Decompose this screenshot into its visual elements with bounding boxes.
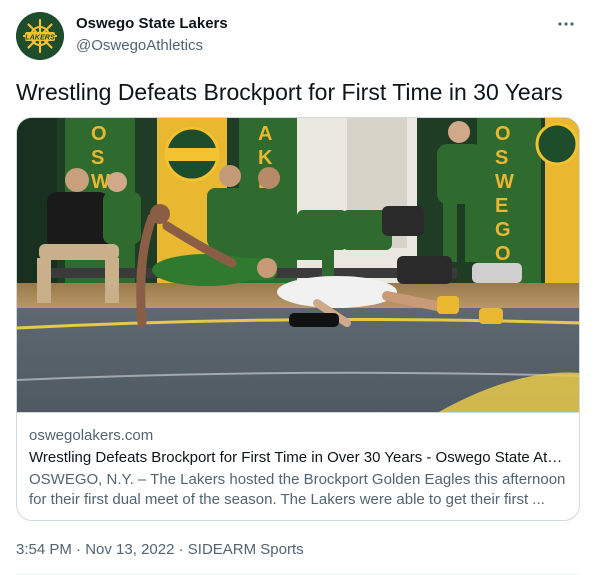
tweet-meta: 3:54 PM · Nov 13, 2022 · SIDEARM Sports (16, 540, 304, 560)
svg-text:O: O (495, 243, 511, 265)
tweet: LAKERS Oswego State Lakers @OswegoAthlet… (0, 0, 596, 575)
card-title: Wrestling Defeats Brockport for First Ti… (29, 449, 569, 466)
svg-text:S: S (495, 147, 508, 169)
tweet-source[interactable]: SIDEARM Sports (188, 541, 304, 558)
meta-separator: · (178, 541, 184, 558)
meta-separator: · (76, 541, 82, 558)
svg-text:W: W (495, 171, 514, 193)
svg-text:O: O (495, 123, 511, 145)
tweet-time[interactable]: 3:54 PM (16, 541, 72, 558)
wrestling-photo: OSW AKE OSW EGO (17, 118, 579, 412)
tweet-text: Wrestling Defeats Brockport for First Ti… (16, 79, 563, 105)
avatar[interactable]: LAKERS (16, 12, 64, 60)
more-horizontal-icon (558, 22, 574, 26)
more-options-button[interactable] (554, 14, 578, 34)
card-image[interactable]: OSW AKE OSW EGO (17, 118, 579, 413)
author-handle[interactable]: @OswegoAthletics (76, 36, 228, 56)
card-description: OSWEGO, N.Y. – The Lakers hosted the Bro… (29, 471, 566, 508)
svg-text:G: G (495, 219, 511, 241)
card-domain: oswegolakers.com (29, 427, 154, 444)
author-display-name[interactable]: Oswego State Lakers (76, 14, 228, 34)
svg-text:O: O (91, 123, 107, 145)
svg-text:K: K (258, 147, 273, 169)
lakers-logo-icon: LAKERS (16, 12, 64, 60)
svg-text:S: S (91, 147, 104, 169)
svg-text:E: E (495, 195, 508, 217)
card-body: oswegolakers.com Wrestling Defeats Brock… (17, 413, 579, 510)
author-block: Oswego State Lakers @OswegoAthletics (76, 14, 228, 56)
svg-text:A: A (258, 123, 272, 145)
svg-text:LAKERS: LAKERS (25, 32, 55, 41)
tweet-date[interactable]: Nov 13, 2022 (85, 541, 174, 558)
link-card[interactable]: OSW AKE OSW EGO (16, 117, 580, 521)
